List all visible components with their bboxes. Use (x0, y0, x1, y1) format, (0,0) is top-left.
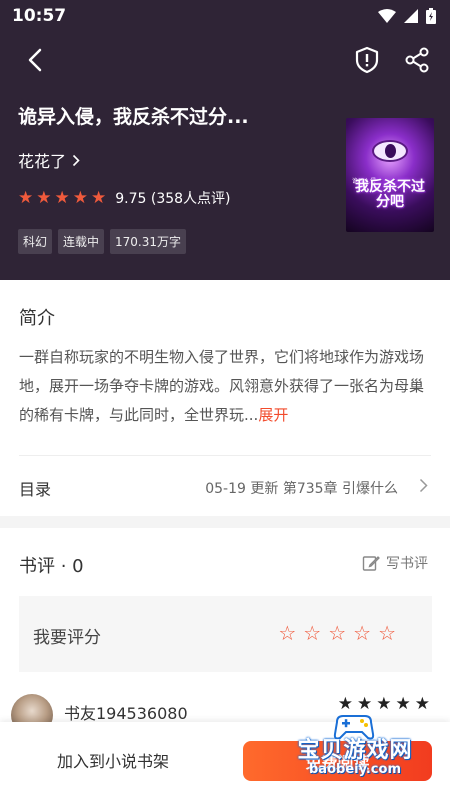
intro-title: 简介 (19, 308, 55, 329)
star-icon: ★ (54, 187, 70, 208)
shield-alert-icon (355, 46, 379, 74)
author-name: 花花了 (18, 152, 67, 171)
star-icon: ★ (72, 187, 88, 208)
signal-icon (404, 9, 418, 23)
book-rating: ★ ★ ★ ★ ★ 9.75 (358人点评) (18, 188, 231, 208)
intro-text: 一群自称玩家的不明生物入侵了世界，它们将地球作为游戏场地，展开一场争夺卡牌的游戏… (19, 343, 437, 430)
wifi-icon (378, 9, 396, 23)
tag-wordcount: 170.31万字 (110, 229, 187, 254)
bottom-action-bar: 加入到小说书架 免费阅读 (0, 722, 450, 800)
star-outline-icon[interactable]: ☆ (303, 623, 321, 643)
star-outline-icon[interactable]: ☆ (278, 623, 296, 643)
star-icon: ★ (36, 187, 52, 208)
edit-icon (362, 556, 380, 571)
expand-link[interactable]: 展开 (258, 406, 288, 424)
rate-box: 我要评分 ☆ ☆ ☆ ☆ ☆ (19, 596, 432, 672)
battery-charging-icon (426, 8, 436, 24)
toc-label: 目录 (19, 480, 52, 499)
chevron-right-icon (419, 478, 428, 493)
review-title: 书评 · 0 (19, 556, 84, 577)
back-button[interactable] (20, 44, 50, 76)
share-button[interactable] (402, 44, 432, 76)
book-cover: 诡异入侵 我反杀不过分吧 (346, 118, 434, 232)
star-icon: ★ (414, 694, 430, 714)
star-icon: ★ (18, 187, 34, 208)
star-outline-icon[interactable]: ☆ (353, 623, 371, 643)
book-tags: 科幻 连载中 170.31万字 (18, 229, 187, 254)
top-nav (0, 40, 450, 80)
write-review-button[interactable]: 写书评 (362, 553, 428, 573)
chevron-right-icon (72, 154, 80, 166)
star-icon: ★ (337, 694, 353, 714)
status-time: 10:57 (12, 6, 67, 26)
divider (19, 455, 431, 456)
star-icon: ★ (395, 694, 411, 714)
report-button[interactable] (352, 44, 382, 76)
back-arrow-icon (28, 48, 42, 72)
book-title: 诡异入侵，我反杀不过分... (18, 106, 249, 128)
latest-chapter: 05-19 更新 第735章 引爆什么 (205, 481, 398, 497)
rate-label: 我要评分 (33, 628, 101, 648)
book-header: 10:57 诡异入侵，我反杀不过分... 花花了 ★ ★ ★ ★ ★ 9.75 … (0, 0, 450, 280)
system-icons (378, 8, 436, 24)
score-value: 9.75 (115, 191, 147, 207)
star-icon: ★ (357, 694, 373, 714)
intro-body: 一群自称玩家的不明生物入侵了世界，它们将地球作为游戏场地，展开一场争夺卡牌的游戏… (19, 348, 425, 424)
cover-pupil (385, 144, 396, 158)
rating-score: 9.75 (358人点评) (115, 188, 230, 208)
rate-stars[interactable]: ☆ ☆ ☆ ☆ ☆ (278, 623, 396, 643)
toc-row[interactable]: 目录 05-19 更新 第735章 引爆什么 (0, 458, 450, 514)
add-to-shelf-button[interactable]: 加入到小说书架 (18, 738, 208, 782)
star-outline-icon[interactable]: ☆ (328, 623, 346, 643)
read-button[interactable]: 免费阅读 (243, 741, 432, 781)
star-outline-icon[interactable]: ☆ (378, 623, 396, 643)
rating-count: (358人点评) (150, 191, 231, 207)
status-bar: 10:57 (0, 0, 450, 32)
tag-genre: 科幻 (18, 229, 53, 254)
write-review-label: 写书评 (386, 556, 428, 572)
star-icon: ★ (91, 187, 107, 208)
cover-title-text: 我反杀不过分吧 (355, 179, 425, 210)
star-icon: ★ (376, 694, 392, 714)
tag-status: 连载中 (58, 229, 105, 254)
reviewer-name: 书友194536080 (64, 704, 188, 723)
share-icon (405, 47, 429, 73)
author-link[interactable]: 花花了 (18, 148, 80, 172)
reviewer-stars: ★ ★ ★ ★ ★ (338, 696, 430, 713)
